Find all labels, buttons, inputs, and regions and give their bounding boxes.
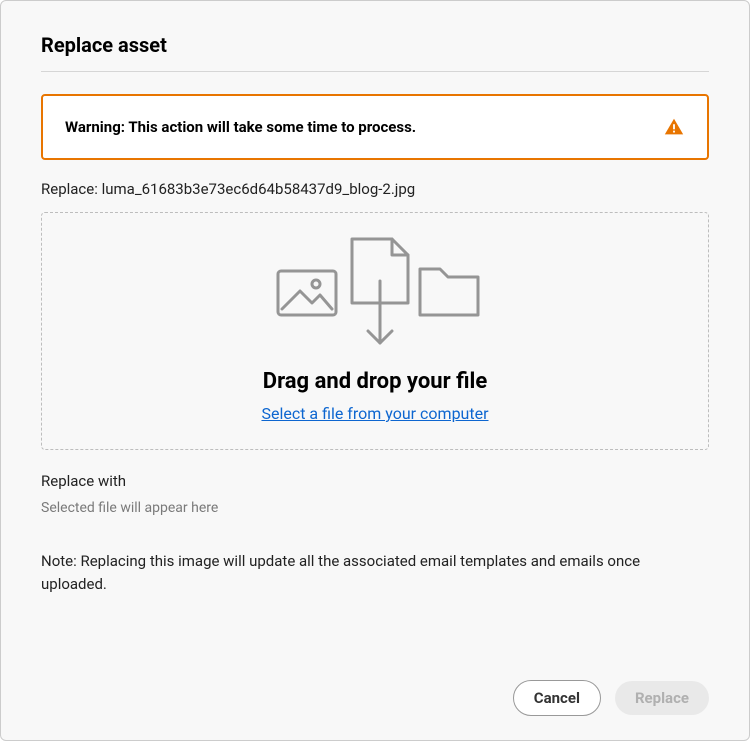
replace-filename-label: Replace: luma_61683b3e73ec6d64b58437d9_b… (41, 180, 709, 198)
dialog-button-row: Cancel Replace (513, 680, 709, 716)
current-filename: luma_61683b3e73ec6d64b58437d9_blog-2.jpg (102, 180, 416, 198)
selected-file-placeholder: Selected file will appear here (41, 500, 709, 516)
file-dropzone[interactable]: Drag and drop your file Select a file fr… (41, 212, 709, 450)
dropzone-illustration (62, 231, 688, 351)
replace-with-label: Replace with (41, 472, 709, 490)
warning-banner: Warning: This action will take some time… (41, 94, 709, 160)
replace-asset-dialog: Replace asset Warning: This action will … (0, 0, 750, 741)
warning-icon (663, 116, 685, 138)
note-text: Note: Replacing this image will update a… (41, 550, 709, 595)
select-file-link[interactable]: Select a file from your computer (261, 404, 488, 423)
replace-button[interactable]: Replace (615, 681, 709, 715)
dropzone-title: Drag and drop your file (62, 369, 688, 394)
dialog-title: Replace asset (41, 33, 709, 72)
warning-text: Warning: This action will take some time… (65, 118, 416, 136)
cancel-button[interactable]: Cancel (513, 680, 601, 716)
